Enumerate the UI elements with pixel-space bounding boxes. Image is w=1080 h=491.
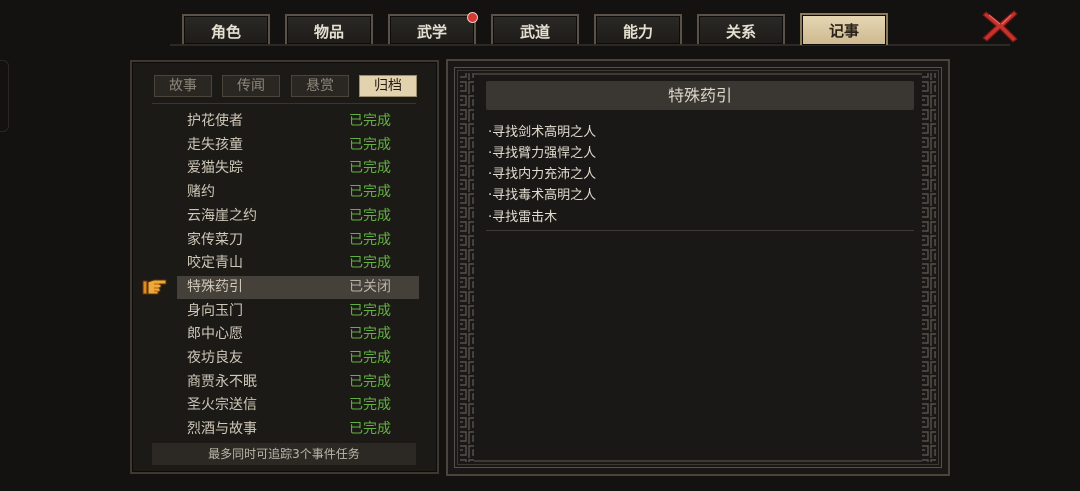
tab-character[interactable]: 角色: [182, 14, 270, 44]
tab-martial-arts[interactable]: 武学: [388, 12, 478, 44]
quest-status: 已完成: [349, 231, 391, 248]
quest-name: 云海崖之约: [187, 207, 257, 224]
quest-row[interactable]: 身向玉门 已完成: [177, 300, 419, 323]
tab-items[interactable]: 物品: [285, 14, 373, 44]
quest-row[interactable]: 赌约 已完成: [177, 181, 419, 204]
quest-status: 已关闭: [349, 278, 391, 295]
quest-status: 已完成: [349, 421, 391, 438]
quest-detail-title: 特殊药引: [486, 81, 914, 110]
quest-status: 已完成: [349, 350, 391, 366]
tab-relations[interactable]: 关系: [697, 14, 785, 44]
quest-row[interactable]: 烈酒与故事 已完成: [177, 418, 419, 441]
requirement-item: ·寻找内力充沛之人: [488, 167, 597, 182]
subtab-rumors[interactable]: 传闻: [222, 75, 280, 97]
quest-name: 身向玉门: [187, 302, 243, 319]
quest-row[interactable]: 郎中心愿 已完成: [177, 323, 419, 346]
quest-list-panel: 故事 传闻 悬赏 归档 护花使者 已完成 走失孩童 已完成 爱猫失踪 已完成 赌约 已完成 云海…: [130, 60, 439, 474]
quest-row[interactable]: 走失孩童 已完成: [177, 134, 419, 157]
tab-martial-arts-label: 武学: [416, 23, 447, 41]
tab-journal[interactable]: 记事: [800, 13, 888, 45]
quest-row[interactable]: 咬定青山 已完成: [177, 252, 419, 275]
quest-status: 已完成: [349, 160, 391, 177]
quest-row[interactable]: 云海崖之约 已完成: [177, 205, 419, 228]
quest-status: 已完成: [349, 184, 391, 201]
quest-row[interactable]: 护花使者 已完成: [177, 110, 419, 133]
quest-status: 已完成: [349, 302, 391, 319]
quest-row[interactable]: 家传菜刀 已完成: [177, 229, 419, 252]
quest-name: 圣火宗送信: [187, 397, 257, 414]
quest-name: 爱猫失踪: [187, 160, 243, 177]
quest-status: 已完成: [349, 136, 391, 153]
quest-name: 赌约: [187, 184, 215, 201]
quest-name: 商贾永不眠: [187, 373, 257, 390]
quest-status: 已完成: [349, 397, 391, 414]
track-limit-hint: 最多同时可追踪3个事件任务: [152, 443, 416, 465]
quest-name: 特殊药引: [187, 278, 243, 295]
quest-row[interactable]: 夜坊良友 已完成: [177, 347, 419, 370]
requirement-item: ·寻找雷击木: [488, 210, 558, 225]
quest-name: 护花使者: [187, 113, 243, 129]
quest-detail-panel: 特殊药引 ·寻找剑术高明之人 ·寻找臂力强悍之人 ·寻找内力充沛之人 ·寻找毒术…: [446, 59, 950, 476]
quest-row[interactable]: 圣火宗送信 已完成: [177, 394, 419, 417]
subtab-story[interactable]: 故事: [154, 75, 212, 97]
quest-name: 咬定青山: [187, 255, 243, 272]
close-button[interactable]: [980, 8, 1020, 44]
subtab-divider: [152, 103, 416, 104]
quest-row[interactable]: 爱猫失踪 已完成: [177, 157, 419, 180]
quest-name: 走失孩童: [187, 136, 243, 153]
quest-status: 已完成: [349, 207, 391, 224]
detail-divider: [486, 230, 914, 231]
quest-row[interactable]: 特殊药引 已关闭: [177, 275, 419, 299]
requirement-item: ·寻找毒术高明之人: [488, 188, 597, 203]
quest-name: 烈酒与故事: [187, 421, 257, 438]
quest-name: 家传菜刀: [187, 231, 243, 248]
quest-row[interactable]: 商贾永不眠 已完成: [177, 371, 419, 394]
tab-martial-way[interactable]: 武道: [491, 14, 579, 44]
quest-status: 已完成: [349, 113, 391, 129]
quest-status: 已完成: [349, 255, 391, 272]
quest-name: 夜坊良友: [187, 350, 243, 366]
subtab-archive[interactable]: 归档: [359, 75, 417, 97]
side-edge: [0, 60, 9, 132]
pointing-hand-icon: [142, 276, 170, 298]
requirement-item: ·寻找剑术高明之人: [488, 125, 597, 140]
tab-abilities[interactable]: 能力: [594, 14, 682, 44]
requirement-item: ·寻找臂力强悍之人: [488, 146, 597, 161]
top-tab-bar: 角色 物品 武学 武道 能力 关系 记事: [0, 0, 1080, 48]
close-x-icon: [982, 10, 1018, 43]
subtab-bounty[interactable]: 悬赏: [291, 75, 349, 97]
quest-status: 已完成: [349, 373, 391, 390]
notification-dot-icon: [467, 12, 478, 23]
quest-name: 郎中心愿: [187, 326, 243, 343]
quest-status: 已完成: [349, 326, 391, 343]
